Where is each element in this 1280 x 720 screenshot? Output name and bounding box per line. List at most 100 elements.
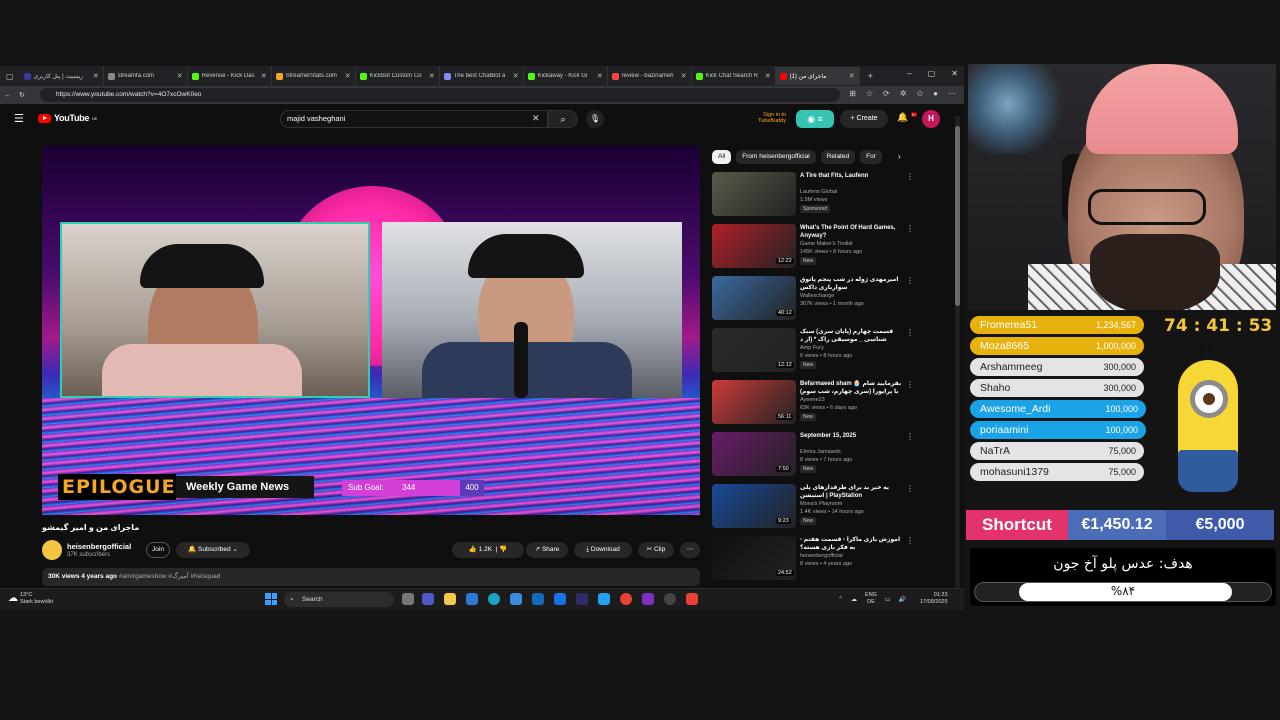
extension-icon[interactable]: ⊞ <box>849 89 856 98</box>
close-tab-icon[interactable]: ✕ <box>345 72 351 80</box>
create-button[interactable]: + Create <box>840 110 888 128</box>
browser-tab[interactable]: The best ChatBot a ✕ <box>440 67 524 85</box>
photos-icon[interactable] <box>576 593 588 605</box>
reload-icon[interactable]: ↻ <box>19 91 25 99</box>
system-clock[interactable]: 01:23 17/09/2025 <box>920 592 948 606</box>
dislike-icon[interactable]: 👎 <box>499 546 507 553</box>
channel-name[interactable]: Elmira Jamasebi <box>800 449 841 455</box>
browser-tab[interactable]: streamfa.com ✕ <box>104 67 188 85</box>
windows-start-button[interactable] <box>265 593 277 605</box>
recommended-video[interactable]: 9:23 یه خبر بد برای طرفدارهای پلی استیشن … <box>712 484 922 530</box>
search-input[interactable]: majid vasheghani <box>280 110 548 128</box>
close-tab-icon[interactable]: ✕ <box>261 72 267 80</box>
like-icon[interactable]: 👍 <box>469 546 477 553</box>
channel-name[interactable]: Amp Fury <box>800 345 824 351</box>
close-tab-icon[interactable]: ✕ <box>177 72 183 80</box>
maximize-icon[interactable]: ▢ <box>928 69 936 78</box>
outlook-icon[interactable] <box>466 593 478 605</box>
scrollbar-thumb[interactable] <box>955 126 960 306</box>
search-button[interactable]: ⌕ <box>548 110 578 128</box>
more-options-icon[interactable]: ⋮ <box>906 328 914 337</box>
channel-name[interactable]: Game Maker's Toolkit <box>800 241 853 247</box>
vscode-icon[interactable] <box>598 593 610 605</box>
close-tab-icon[interactable]: ✕ <box>597 72 603 80</box>
video-title[interactable]: What's The Point Of Hard Games, Anyway? <box>800 224 904 240</box>
taskbar-search[interactable]: ⌕ Search <box>284 592 394 607</box>
channel-name[interactable]: Wallexchange <box>800 293 834 299</box>
browser-tab[interactable]: Kick Chat Search R ✕ <box>692 67 776 85</box>
recommended-video[interactable]: 24:52 آموزش بازی ماکرا - قسمت هفتم - به ف… <box>712 536 922 582</box>
tubebuddy-signin-link[interactable]: Sign in to TubeBuddy <box>752 112 786 124</box>
channel-name[interactable]: heisenbergofficial <box>800 553 843 559</box>
rider-icon[interactable] <box>642 593 654 605</box>
volume-icon[interactable]: 🔊 <box>899 596 906 603</box>
url-field[interactable]: https://www.youtube.com/watch?v=4O7xcOwK… <box>40 88 840 102</box>
like-dislike-group[interactable]: 👍 1.2K | 👎 <box>452 542 524 558</box>
youtube-app-icon[interactable] <box>686 593 698 605</box>
clear-search-icon[interactable]: ✕ <box>532 113 540 124</box>
star-icon[interactable]: ☆ <box>866 89 873 98</box>
download-button[interactable]: ⤓ Download <box>574 542 632 558</box>
video-thumbnail[interactable] <box>712 172 796 216</box>
minimize-icon[interactable]: – <box>907 69 911 78</box>
teams-icon[interactable] <box>422 593 434 605</box>
channel-avatar[interactable] <box>42 540 62 560</box>
cloud-sync-icon[interactable]: ☁ <box>851 596 857 603</box>
close-tab-icon[interactable]: ✕ <box>93 72 99 80</box>
filter-chip[interactable]: All <box>712 150 732 164</box>
chevron-up-icon[interactable]: ⌃ <box>838 596 843 603</box>
filter-chip[interactable]: For <box>860 150 882 164</box>
video-title[interactable]: آموزش بازی ماکرا - قسمت هفتم - به فکر با… <box>800 536 904 552</box>
menu-icon[interactable]: ☰ <box>14 112 24 125</box>
edge-icon[interactable] <box>488 593 500 605</box>
channel-name[interactable]: heisenbergofficial <box>67 542 131 551</box>
settings-gear-icon[interactable] <box>664 593 676 605</box>
recommended-video[interactable]: 12:22 What's The Point Of Hard Games, Any… <box>712 224 922 270</box>
recommended-video[interactable]: 56:11 Befarmaeed sham 🧁 بفرمایید شام با پ… <box>712 380 922 426</box>
subscribed-button[interactable]: 🔔 Subscribed ⌄ <box>176 542 250 558</box>
chevron-right-icon[interactable]: › <box>898 152 901 161</box>
youtube-logo[interactable]: YouTube DE <box>38 113 97 123</box>
refresh-extension-icon[interactable]: ⟳ <box>883 89 890 98</box>
remote-desktop-icon[interactable] <box>554 593 566 605</box>
close-tab-icon[interactable]: ✕ <box>765 72 771 80</box>
video-title[interactable]: Befarmaeed sham 🧁 بفرمایید شام با پرایور… <box>800 380 904 396</box>
close-tab-icon[interactable]: ✕ <box>681 72 687 80</box>
description-box[interactable]: 30K views 4 years ago #amirgameshow #آمی… <box>42 568 700 586</box>
mail-icon[interactable] <box>532 593 544 605</box>
close-icon[interactable]: ✕ <box>951 69 958 78</box>
browser-tab[interactable]: review - bazinameh ✕ <box>608 67 692 85</box>
chrome-icon[interactable] <box>620 593 632 605</box>
store-icon[interactable] <box>510 593 522 605</box>
weather-widget[interactable]: 13°C Stark bewölkt <box>8 592 53 606</box>
video-title[interactable]: A Tire that Fits, Laufenn <box>800 172 904 180</box>
monitor-icon[interactable]: ▭ <box>885 596 891 603</box>
recommended-video[interactable]: 12:12 قسمت چهارم (پایان سری) سبک شناسی _ … <box>712 328 922 374</box>
video-player[interactable]: EPILOGUE Weekly Game News Sub Goal: 344 … <box>42 146 700 515</box>
filter-chip[interactable]: From heisenbergofficial <box>736 150 816 164</box>
channel-name[interactable]: Mona's Playroom <box>800 501 842 507</box>
filter-chip[interactable]: Related <box>820 150 856 164</box>
account-avatar[interactable]: H <box>922 110 940 128</box>
recommended-video[interactable]: 40:12 امیرمهدی ژوله در شب پنجم پاتوق سوار… <box>712 276 922 322</box>
profile-icon[interactable]: ● <box>933 89 938 98</box>
browser-tab[interactable]: KickBot Custom Co ✕ <box>356 67 440 85</box>
more-options-icon[interactable]: ⋮ <box>906 224 914 233</box>
browser-tab[interactable]: ریسیت | پنل کاربری ✕ <box>20 67 104 85</box>
more-options-icon[interactable]: ⋮ <box>906 432 914 441</box>
more-options-icon[interactable]: ⋮ <box>906 172 914 181</box>
video-title[interactable]: یه خبر بد برای طرفدارهای پلی استیشن | Pl… <box>800 484 904 500</box>
channel-name[interactable]: Laufenn Global <box>800 189 837 195</box>
close-tab-icon[interactable]: ✕ <box>849 72 855 80</box>
notifications-button[interactable]: 🔔 9+ <box>897 112 918 123</box>
close-tab-icon[interactable]: ✕ <box>513 72 519 80</box>
task-view-icon[interactable] <box>402 593 414 605</box>
browser-tab[interactable]: Revenue - Kick Das ✕ <box>188 67 272 85</box>
more-actions-button[interactable]: ⋯ <box>680 542 700 558</box>
channel-name[interactable]: Ayeene23 <box>800 397 825 403</box>
menu-dots-icon[interactable]: ⋯ <box>948 89 956 98</box>
hashtags[interactable]: #amirgameshow #آمیرگ #heisquad <box>119 573 221 580</box>
tubebuddy-button[interactable]: ◉ ≡ <box>796 110 834 128</box>
language-indicator[interactable]: ENG DE <box>865 592 877 606</box>
favorites-icon[interactable]: ✩ <box>916 89 923 98</box>
